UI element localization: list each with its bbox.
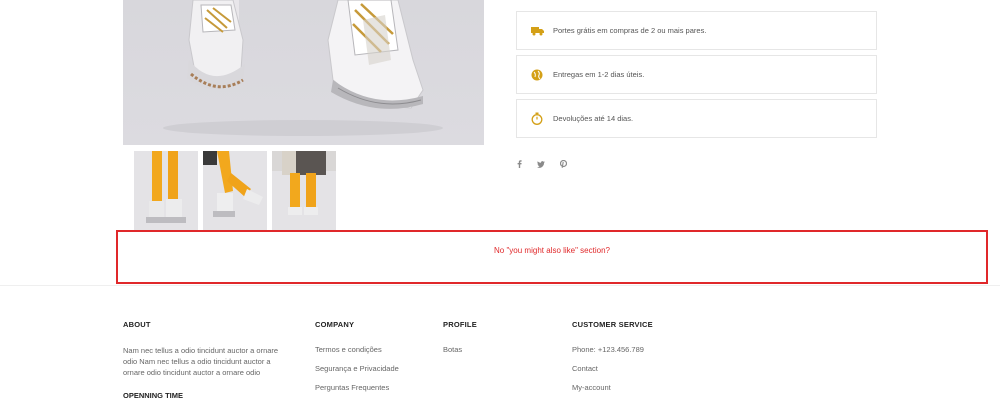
pinterest-icon[interactable] — [558, 159, 568, 169]
footer-link-faq[interactable]: Perguntas Frequentes — [315, 383, 399, 402]
footer-link-my-account[interactable]: My-account — [572, 383, 653, 402]
footer-link-contact[interactable]: Contact — [572, 364, 653, 383]
footer-heading-customer-service: CUSTOMER SERVICE — [572, 320, 653, 329]
thumbnail-1[interactable] — [134, 151, 198, 230]
footer-divider — [0, 285, 1000, 286]
globe-icon — [530, 68, 544, 82]
footer-profile: PROFILE Botas — [443, 320, 477, 364]
annotation-box: No "you might also like" section? — [116, 230, 988, 284]
feature-text: Entregas em 1-2 dias úteis. — [553, 70, 645, 79]
footer-heading-profile: PROFILE — [443, 320, 477, 329]
facebook-icon[interactable] — [514, 159, 524, 169]
footer-heading-opening-time: OPENNING TIME — [123, 391, 184, 400]
footer-heading-about: ABOUT — [123, 320, 151, 329]
stopwatch-icon — [530, 112, 544, 126]
thumbnail-2[interactable] — [203, 151, 267, 230]
feature-text: Devoluções até 14 dias. — [553, 114, 634, 123]
feature-delivery: Entregas em 1-2 dias úteis. — [516, 55, 877, 94]
product-page: Portes grátis em compras de 2 ou mais pa… — [0, 0, 1000, 403]
footer-link-privacy[interactable]: Segurança e Privacidade — [315, 364, 399, 383]
footer-link-phone[interactable]: Phone: +123.456.789 — [572, 345, 653, 364]
annotation-text: No "you might also like" section? — [494, 245, 610, 255]
truck-icon — [530, 24, 544, 38]
footer-about: ABOUT Nam nec tellus a odio tincidunt au… — [123, 320, 293, 378]
thumbnail-3[interactable] — [272, 151, 336, 230]
footer-link-botas[interactable]: Botas — [443, 345, 477, 364]
feature-returns: Devoluções até 14 dias. — [516, 99, 877, 138]
footer-link-terms[interactable]: Termos e condições — [315, 345, 399, 364]
twitter-icon[interactable] — [536, 159, 546, 169]
thumbnail-list — [134, 151, 336, 230]
footer-customer-service: CUSTOMER SERVICE Phone: +123.456.789 Con… — [572, 320, 653, 402]
product-main-image[interactable] — [123, 0, 484, 145]
footer-heading-company: COMPANY — [315, 320, 355, 329]
feature-text: Portes grátis em compras de 2 ou mais pa… — [553, 26, 707, 35]
social-share — [514, 159, 568, 169]
feature-free-shipping: Portes grátis em compras de 2 ou mais pa… — [516, 11, 877, 50]
footer-company: COMPANY Termos e condições Segurança e P… — [315, 320, 399, 402]
footer-about-text: Nam nec tellus a odio tincidunt auctor a… — [123, 346, 279, 377]
